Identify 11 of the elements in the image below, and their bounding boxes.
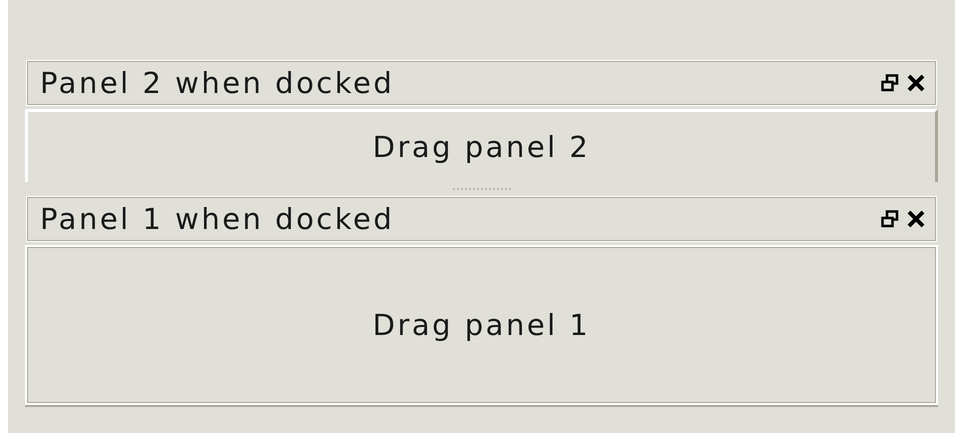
- panel-title-bar[interactable]: Panel 2 when docked: [26, 60, 937, 106]
- windows-icon: [881, 210, 899, 228]
- panel-content-text: Drag panel 1: [372, 308, 590, 342]
- close-icon: [907, 74, 925, 92]
- panel-title: Panel 1 when docked: [40, 202, 396, 236]
- panel-title-bar[interactable]: Panel 1 when docked: [26, 196, 937, 242]
- splitter-handle[interactable]: [452, 188, 510, 190]
- panel-title: Panel 2 when docked: [40, 66, 396, 100]
- close-icon: [907, 210, 925, 228]
- windows-icon: [881, 74, 899, 92]
- panel-content-text: Drag panel 2: [372, 130, 590, 164]
